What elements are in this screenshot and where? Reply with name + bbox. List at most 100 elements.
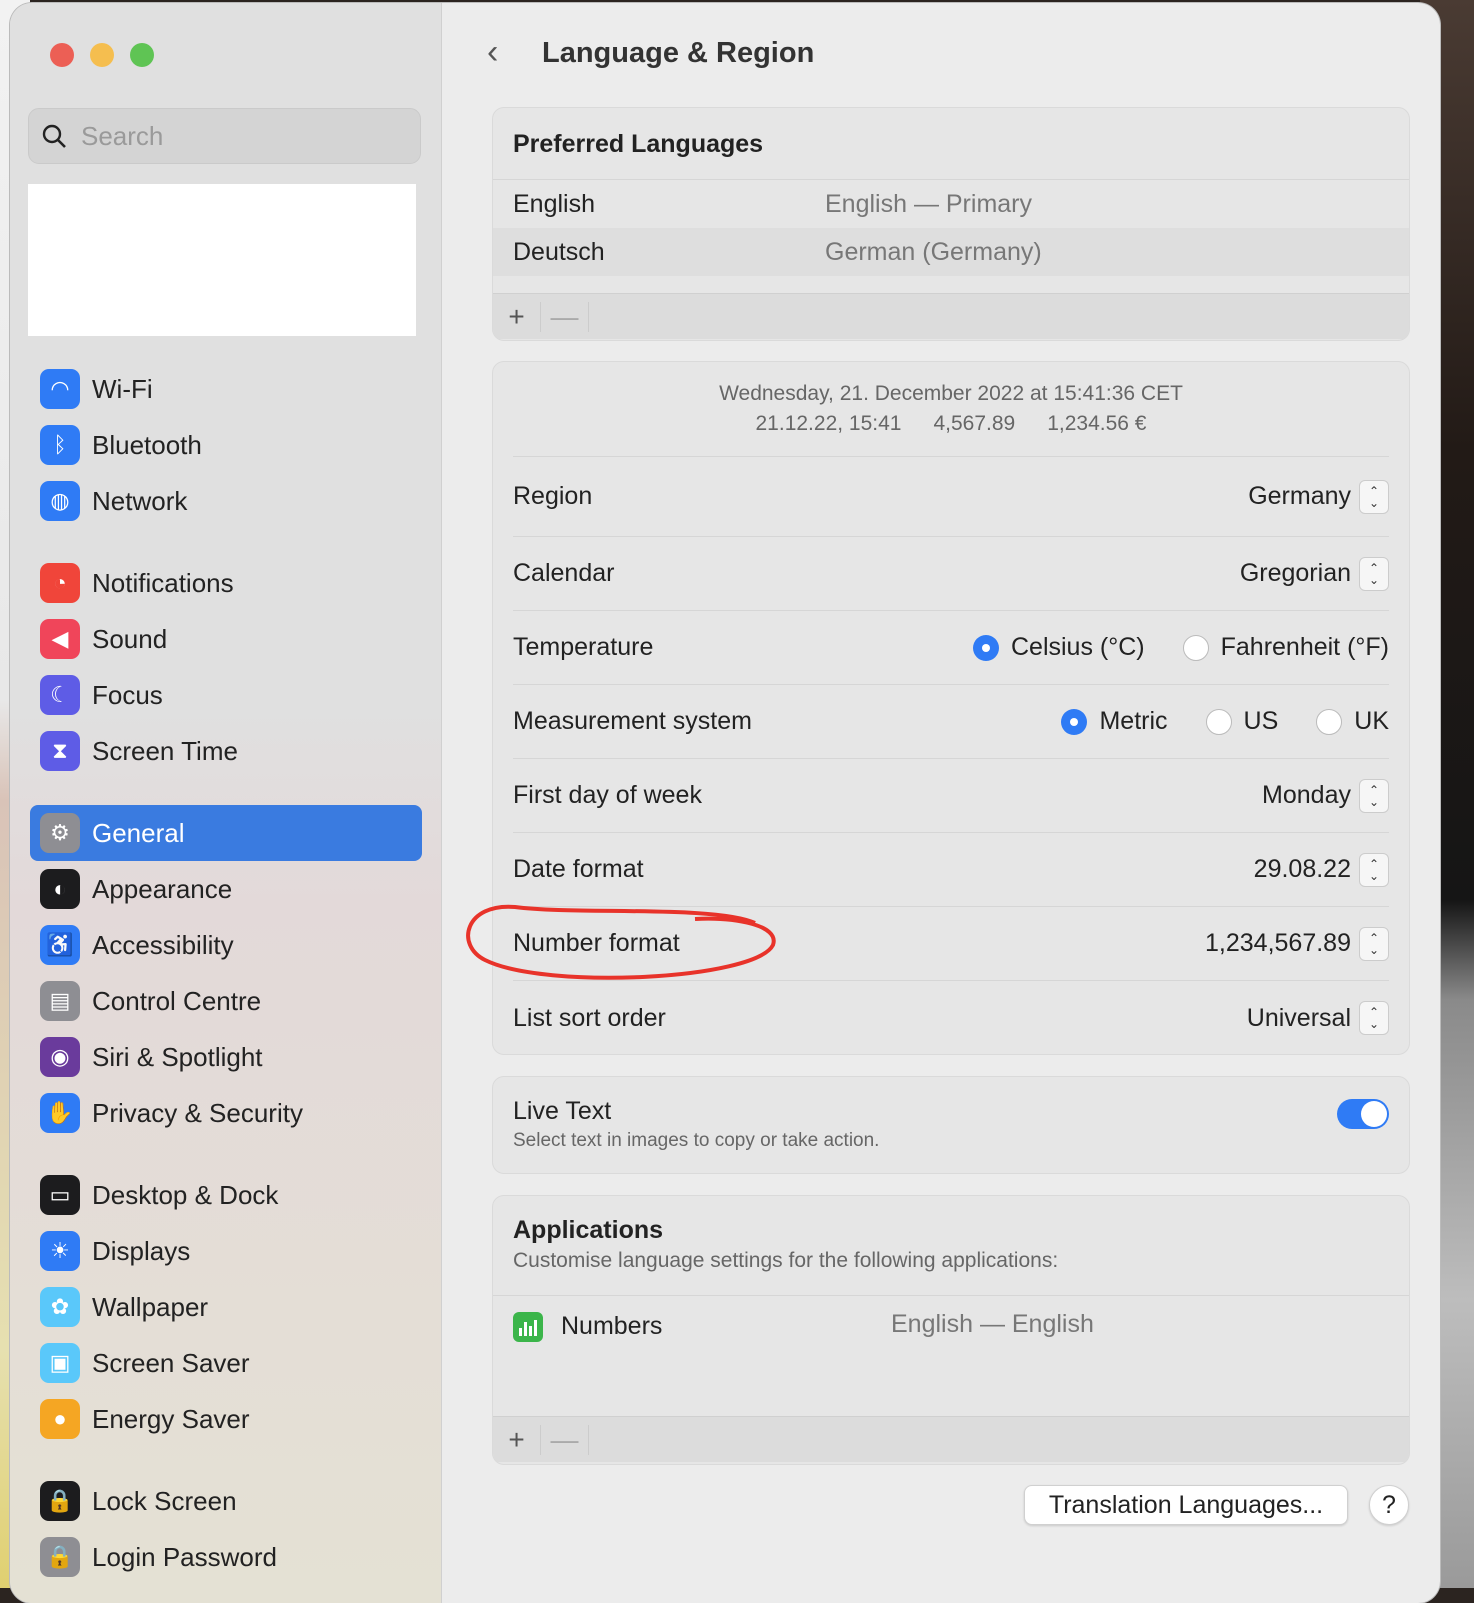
preview-number: 4,567.89: [933, 412, 1016, 435]
radio-icon: [1182, 634, 1209, 661]
language-name: English: [513, 189, 595, 218]
siri-icon: ◉: [40, 1037, 80, 1077]
moon-icon: ☾: [40, 675, 80, 715]
zoom-button[interactable]: [130, 43, 154, 67]
option-label: Celsius (°C): [1010, 633, 1145, 661]
sidebar-item-login-password[interactable]: 🔒 Login Password: [30, 1529, 422, 1585]
sidebar-item-label: Lock Screen: [92, 1485, 237, 1516]
search-icon: [42, 124, 66, 148]
sidebar-item-focus[interactable]: ☾ Focus: [30, 667, 422, 723]
search-placeholder: Search: [81, 120, 164, 151]
option-label: Metric: [1099, 707, 1168, 735]
sidebar-item-label: Focus: [92, 679, 163, 710]
account-area: [28, 184, 416, 336]
sidebar-item-control-centre[interactable]: ▤ Control Centre: [30, 973, 422, 1029]
region-row: Region Germany ⌃ ⌄: [513, 457, 1389, 537]
sort-order-select[interactable]: Universal ⌃ ⌄: [1247, 1001, 1389, 1035]
language-name: Deutsch: [513, 237, 605, 266]
sidebar-item-label: Siri & Spotlight: [92, 1041, 263, 1072]
number-format-select[interactable]: 1,234,567.89 ⌃ ⌄: [1205, 926, 1389, 961]
applications-card: Applications Customise language settings…: [492, 1195, 1410, 1465]
sidebar-item-displays[interactable]: ☀ Displays: [30, 1223, 422, 1279]
date-format-select[interactable]: 29.08.22 ⌃ ⌄: [1254, 852, 1389, 887]
celsius-radio[interactable]: Celsius (°C): [972, 633, 1145, 662]
control-centre-icon: ▤: [40, 981, 80, 1021]
row-value: Gregorian: [1239, 559, 1351, 587]
help-button[interactable]: ?: [1369, 1485, 1409, 1525]
search-input[interactable]: Search: [28, 108, 421, 164]
sidebar: Search ◠ Wi-Fi ᛒ Bluetooth ◍ Network ◔ Notifica…: [10, 3, 442, 1603]
sidebar-item-network[interactable]: ◍ Network: [30, 473, 422, 529]
wifi-icon: ◠: [40, 369, 80, 409]
language-row[interactable]: Deutsch German (Germany): [493, 228, 1409, 276]
dock-icon: ▭: [40, 1175, 80, 1215]
app-name: Numbers: [561, 1312, 663, 1340]
radio-icon: [1316, 708, 1343, 735]
first-day-row: First day of week Monday ⌃ ⌄: [513, 759, 1389, 833]
sidebar-item-bluetooth[interactable]: ᛒ Bluetooth: [30, 417, 422, 473]
sidebar-item-accessibility[interactable]: ♿ Accessibility: [30, 917, 422, 973]
preferred-languages-card: Preferred Languages English English — Pri…: [492, 107, 1410, 341]
close-button[interactable]: [50, 43, 74, 67]
bluetooth-icon: ᛒ: [40, 425, 80, 465]
sidebar-item-energy-saver[interactable]: ● Energy Saver: [30, 1391, 422, 1447]
sidebar-item-label: Notifications: [92, 567, 234, 598]
language-row[interactable]: English English — Primary: [493, 180, 1409, 228]
sidebar-item-label: Network: [92, 485, 188, 516]
row-label: First day of week: [513, 781, 702, 809]
flower-icon: ✿: [40, 1287, 80, 1327]
stepper-chevrons-icon: ⌃ ⌄: [1359, 926, 1389, 961]
remove-language-button[interactable]: —: [541, 301, 589, 332]
content-pane: ‹ Language & Region Preferred Languages …: [442, 3, 1440, 1603]
sidebar-item-notifications[interactable]: ◔ Notifications: [30, 555, 422, 611]
calendar-row: Calendar Gregorian ⌃ ⌄: [513, 537, 1389, 611]
sidebar-item-appearance[interactable]: ◐ Appearance: [30, 861, 422, 917]
uk-radio[interactable]: UK: [1316, 707, 1389, 736]
add-language-button[interactable]: +: [493, 301, 541, 332]
row-label: List sort order: [513, 1003, 666, 1032]
sidebar-item-label: Screen Saver: [92, 1347, 250, 1378]
minimize-button[interactable]: [90, 43, 114, 67]
stepper-chevrons-icon: ⌃ ⌄: [1359, 852, 1389, 887]
add-app-button[interactable]: +: [493, 1424, 541, 1455]
sidebar-item-privacy-security[interactable]: ✋ Privacy & Security: [30, 1085, 422, 1141]
sidebar-item-wi-fi[interactable]: ◠ Wi-Fi: [30, 361, 422, 417]
sidebar-item-general[interactable]: ⚙ General: [30, 805, 422, 861]
sidebar-item-label: Bluetooth: [92, 429, 202, 460]
measurement-row: Measurement system Metric US UK: [513, 685, 1389, 759]
metric-radio[interactable]: Metric: [1061, 707, 1168, 736]
remove-app-button[interactable]: —: [541, 1424, 589, 1455]
live-text-subtitle: Select text in images to copy or take ac…: [513, 1130, 880, 1151]
sidebar-item-lock-screen[interactable]: 🔒 Lock Screen: [30, 1473, 422, 1529]
translation-languages-button[interactable]: Translation Languages...: [1024, 1485, 1348, 1525]
appearance-icon: ◐: [40, 869, 80, 909]
sidebar-item-label: Desktop & Dock: [92, 1179, 279, 1210]
radio-selected-icon: [972, 634, 999, 661]
option-label: UK: [1354, 707, 1389, 735]
calendar-select[interactable]: Gregorian ⌃ ⌄: [1239, 556, 1389, 591]
sidebar-item-screen-saver[interactable]: ▣ Screen Saver: [30, 1335, 422, 1391]
row-value: 1,234,567.89: [1205, 929, 1351, 957]
sidebar-item-desktop-dock[interactable]: ▭ Desktop & Dock: [30, 1167, 422, 1223]
region-select[interactable]: Germany ⌃ ⌄: [1248, 479, 1389, 514]
bulb-icon: ●: [40, 1399, 80, 1439]
row-label: Region: [513, 482, 593, 510]
sidebar-item-label: Privacy & Security: [92, 1097, 303, 1128]
row-value: Germany: [1248, 482, 1351, 510]
sidebar-item-screen-time[interactable]: ⧗ Screen Time: [30, 723, 422, 779]
first-day-select[interactable]: Monday ⌃ ⌄: [1262, 778, 1389, 813]
sidebar-item-siri-spotlight[interactable]: ◉ Siri & Spotlight: [30, 1029, 422, 1085]
accessibility-icon: ♿: [40, 925, 80, 965]
language-detail: German (Germany): [825, 237, 1042, 266]
sidebar-item-wallpaper[interactable]: ✿ Wallpaper: [30, 1279, 422, 1335]
app-row[interactable]: Numbers English — English: [493, 1296, 1409, 1416]
radio-icon: [1205, 708, 1232, 735]
sidebar-item-sound[interactable]: ◀ Sound: [30, 611, 422, 667]
live-text-toggle[interactable]: [1337, 1099, 1389, 1129]
sidebar-item-label: Appearance: [92, 873, 233, 904]
row-label: Measurement system: [513, 707, 752, 735]
fahrenheit-radio[interactable]: Fahrenheit (°F): [1182, 633, 1389, 662]
us-radio[interactable]: US: [1205, 707, 1278, 736]
back-chevron-icon[interactable]: ‹: [487, 33, 498, 72]
sidebar-item-label: Wallpaper: [92, 1291, 209, 1322]
